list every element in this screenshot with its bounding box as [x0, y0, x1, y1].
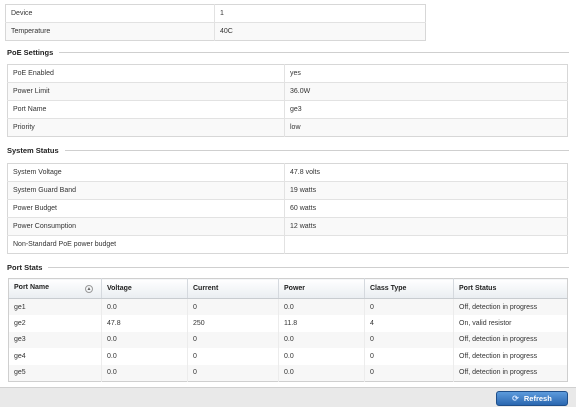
- cell-port-name: ge4: [8, 348, 102, 365]
- row-label: Temperature: [5, 22, 215, 41]
- row-label: PoE Enabled: [7, 64, 285, 83]
- cell-voltage: 0.0: [101, 331, 188, 348]
- cell-port-name: ge2: [8, 315, 102, 332]
- cell-voltage: 0.0: [101, 364, 188, 381]
- column-header-voltage[interactable]: Voltage: [101, 278, 188, 299]
- row-value: 36.0W: [284, 82, 568, 101]
- table-row: Non-Standard PoE power budget: [7, 235, 568, 254]
- poe-settings-table: PoE Enabled yes Power Limit 36.0W Port N…: [7, 64, 568, 137]
- cell-current: 0: [187, 348, 279, 365]
- cell-current: 0: [187, 331, 279, 348]
- row-value: [285, 236, 568, 254]
- table-row: Power Budget 60 watts: [7, 199, 568, 218]
- cell-power: 0.0: [278, 348, 365, 365]
- row-value: yes: [284, 64, 568, 83]
- row-label: Priority: [7, 118, 285, 137]
- table-row: Power Consumption 12 watts: [7, 217, 568, 236]
- section-title: PoE Settings: [7, 47, 54, 57]
- port-stats-grid: Port Name ▲ Voltage Current Power Class …: [8, 278, 568, 382]
- row-label: Power Budget: [7, 199, 285, 218]
- column-header-power[interactable]: Power: [278, 278, 365, 299]
- table-row: Priority low: [7, 118, 568, 137]
- poe-settings-header: PoE Settings: [7, 47, 569, 57]
- column-label: Port Name: [14, 284, 50, 291]
- cell-port-status: Off, detection in progress: [453, 364, 568, 381]
- grid-header-row: Port Name ▲ Voltage Current Power Class …: [8, 278, 568, 299]
- refresh-icon: ⟳: [512, 394, 519, 403]
- row-value: 1: [214, 4, 426, 23]
- cell-voltage: 0.0: [101, 298, 188, 315]
- table-row: Device 1: [5, 4, 426, 23]
- refresh-label: Refresh: [523, 394, 552, 403]
- cell-port-name: ge1: [8, 298, 102, 315]
- row-value: low: [284, 118, 568, 137]
- section-title: Port Stats: [7, 262, 43, 272]
- row-value: 12 watts: [284, 217, 568, 236]
- cell-class-type: 0: [364, 364, 454, 381]
- table-row[interactable]: ge4 0.0 0 0.0 0 Off, detection in progre…: [8, 348, 568, 365]
- sort-icon[interactable]: ▲: [85, 285, 93, 293]
- row-label: Power Consumption: [7, 217, 285, 236]
- cell-port-status: On, valid resistor: [459, 319, 512, 327]
- cell-port-status: Off, detection in progress: [459, 352, 538, 360]
- cell-class-type: 0: [364, 348, 454, 365]
- table-row: System Voltage 47.8 volts: [7, 163, 568, 182]
- row-label: Port Name: [7, 100, 285, 119]
- column-header-port-name[interactable]: Port Name ▲: [8, 278, 102, 299]
- row-label: Non-Standard PoE power budget: [7, 235, 285, 254]
- cell-voltage: 47.8: [101, 315, 188, 332]
- cell-class-type: 0: [364, 331, 454, 348]
- table-row[interactable]: ge1 0.0 0 0.0 0 Off, detection in progre…: [8, 298, 568, 315]
- cell-class-type: 4: [364, 315, 454, 332]
- cell-port-name: ge5: [8, 364, 102, 381]
- cell-current: 0: [187, 298, 279, 315]
- cell-power: 11.8: [278, 315, 365, 332]
- column-header-class-type[interactable]: Class Type: [364, 278, 454, 299]
- table-row: Temperature 40C: [5, 22, 426, 41]
- row-value: 40C: [214, 22, 426, 41]
- row-value: ge3: [284, 100, 568, 119]
- table-row[interactable]: ge3 0.0 0 0.0 0 Off, detection in progre…: [8, 331, 568, 348]
- cell-current: 250: [187, 315, 279, 332]
- table-row: Port Name ge3: [7, 100, 568, 119]
- row-label: Power Limit: [7, 82, 285, 101]
- row-value: 60 watts: [284, 199, 568, 218]
- device-info-table: Device 1 Temperature 40C: [5, 4, 426, 41]
- cell-port-name: ge3: [8, 331, 102, 348]
- cell-power: 0.0: [278, 331, 365, 348]
- cell-power: 0.0: [278, 364, 365, 381]
- system-status-table: System Voltage 47.8 volts System Guard B…: [7, 163, 568, 254]
- divider: [59, 51, 569, 53]
- table-row: PoE Enabled yes: [7, 64, 568, 83]
- port-stats-header: Port Stats: [7, 262, 569, 272]
- system-status-header: System Status: [7, 145, 569, 155]
- cell-class-type: 0: [364, 298, 454, 315]
- column-header-current[interactable]: Current: [187, 278, 279, 299]
- row-value: 47.8 volts: [284, 163, 568, 182]
- divider: [64, 149, 569, 151]
- section-title: System Status: [7, 145, 59, 155]
- row-label: Device: [5, 4, 215, 23]
- table-row: Power Limit 36.0W: [7, 82, 568, 101]
- table-row[interactable]: ge2 47.8 250 11.8 4 On, valid resistor: [8, 315, 568, 332]
- cell-port-status: Off, detection in progress: [453, 298, 568, 315]
- row-label: System Voltage: [7, 163, 285, 182]
- column-header-port-status[interactable]: Port Status: [453, 278, 568, 299]
- cell-voltage: 0.0: [101, 348, 188, 365]
- cell-power: 0.0: [278, 298, 365, 315]
- cell-port-status: Off, detection in progress: [453, 331, 568, 348]
- footer-bar: ⟳ Refresh: [0, 387, 576, 407]
- cell-current: 0: [187, 364, 279, 381]
- table-row: System Guard Band 19 watts: [7, 181, 568, 200]
- row-label: System Guard Band: [7, 181, 285, 200]
- divider: [48, 266, 569, 268]
- table-row[interactable]: ge5 0.0 0 0.0 0 Off, detection in progre…: [8, 364, 568, 381]
- row-value: 19 watts: [284, 181, 568, 200]
- refresh-button[interactable]: ⟳ Refresh: [496, 391, 568, 406]
